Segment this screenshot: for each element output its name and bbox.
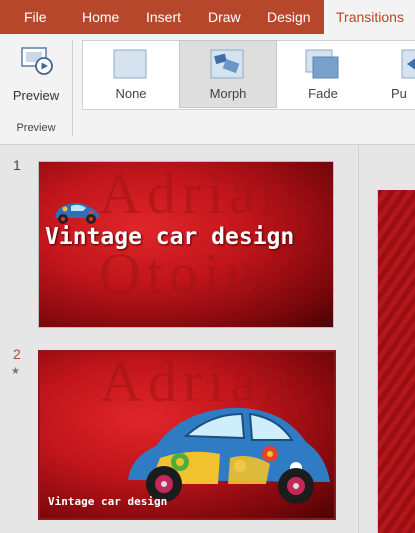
preview-label: Preview [12, 88, 60, 103]
transition-none[interactable]: None [83, 41, 179, 107]
current-slide-canvas[interactable] [377, 190, 415, 533]
fade-transition-icon [305, 49, 339, 79]
vintage-car-image [128, 407, 330, 504]
transition-gallery: None Morph Fade Pu [82, 40, 415, 110]
slide-number-1: 1 [13, 157, 21, 173]
ribbon-tab-bar: File Home Insert Draw Design Transitions [0, 0, 415, 34]
slide-1-background-text-line1: Adrian [99, 161, 297, 226]
ribbon: Preview Preview None Morph Fade Pu [0, 34, 415, 145]
transition-none-label: None [115, 86, 147, 101]
preview-icon [21, 47, 53, 75]
transition-fade[interactable]: Fade [275, 41, 371, 107]
transition-morph-label: Morph [209, 86, 247, 101]
transition-push[interactable]: Pu [371, 41, 415, 107]
tab-design[interactable]: Design [255, 0, 323, 34]
transition-morph[interactable]: Morph [179, 40, 277, 108]
tab-file[interactable]: File [12, 0, 59, 34]
tab-insert[interactable]: Insert [134, 0, 193, 34]
preview-group-label: Preview [16, 122, 56, 134]
animation-star-icon: ★ [11, 366, 20, 377]
tab-transitions[interactable]: Transitions [324, 0, 415, 34]
slide-thumbnail-2[interactable]: Adrian Vintage car design [38, 350, 336, 520]
slide-number-2: 2 [13, 346, 21, 362]
group-divider [72, 40, 73, 136]
tab-draw[interactable]: Draw [196, 0, 253, 34]
slide-1-background-text-line2: Otoiu [99, 241, 262, 306]
tab-home[interactable]: Home [70, 0, 131, 34]
transition-fade-label: Fade [308, 86, 338, 101]
transition-push-label: Pu [391, 86, 407, 101]
slide-thumbnail-1[interactable]: Adrian Otoiu Vintage car design [38, 161, 334, 328]
none-transition-icon [113, 49, 147, 79]
morph-transition-icon [210, 49, 244, 79]
slide-2-title: Vintage car design [48, 495, 168, 508]
small-car-image [55, 203, 100, 224]
push-transition-icon [401, 49, 415, 79]
preview-button[interactable]: Preview [6, 40, 66, 112]
slide-1-title: Vintage car design [45, 224, 295, 250]
